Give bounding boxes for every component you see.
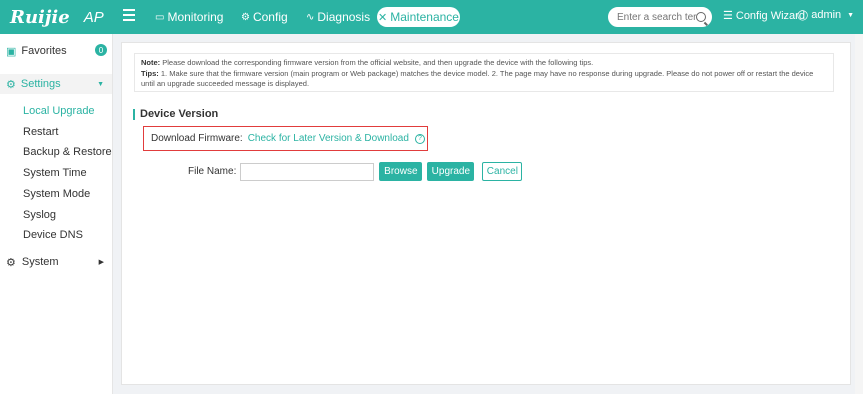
sidebar-item-local-upgrade[interactable]: Local Upgrade	[23, 105, 95, 117]
search-icon[interactable]	[696, 12, 706, 22]
config-wizard-label: Config Wizard	[735, 9, 805, 22]
browse-button[interactable]: Browse	[379, 162, 423, 181]
sidebar-item-settings[interactable]: ⚙ Settings ▼	[0, 74, 112, 94]
menu-toggle-icon[interactable]	[123, 9, 135, 21]
chevron-down-icon: ▼	[847, 11, 855, 19]
settings-label: Settings	[20, 78, 61, 90]
download-firmware-row: Download Firmware: Check for Later Versi…	[143, 126, 428, 151]
user-name: admin	[811, 9, 842, 21]
gear-icon: ⚙	[241, 11, 250, 23]
download-firmware-link[interactable]: Check for Later Version & Download	[248, 133, 409, 144]
sidebar-item-syslog[interactable]: Syslog	[23, 209, 56, 221]
search-input[interactable]	[617, 10, 697, 25]
upgrade-button[interactable]: Upgrade	[427, 162, 475, 181]
chevron-down-icon: ▼	[97, 80, 104, 88]
nav-config-label: Config	[252, 10, 288, 24]
favorites-icon: ▣	[6, 45, 17, 58]
section-marker	[133, 108, 135, 120]
wizard-icon: ☰	[723, 10, 733, 22]
sidebar-item-system-time[interactable]: System Time	[23, 167, 87, 179]
help-icon[interactable]: ?	[414, 133, 425, 144]
wrench-icon: ✕	[378, 11, 388, 24]
product-name: AP	[83, 8, 104, 26]
sidebar-item-favorites[interactable]: ▣ Favorites 0	[6, 44, 107, 58]
nav-maintenance-label: Maintenance	[390, 10, 459, 24]
chevron-right-icon: ▶	[98, 259, 104, 266]
diagnosis-icon: ∿	[306, 11, 315, 23]
nav-config[interactable]: ⚙ Config	[241, 8, 288, 26]
user-menu[interactable]: ◯ admin ▼	[797, 9, 854, 21]
nav-diagnosis-label: Diagnosis	[317, 10, 371, 24]
ruijie-logo[interactable]: Ruijie AP	[10, 6, 104, 28]
config-wizard-button[interactable]: ☰ Config Wizard	[723, 9, 805, 23]
user-icon: ◯	[797, 9, 809, 21]
sidebar-item-system[interactable]: ⚙ System ▶	[6, 255, 106, 269]
sidebar-item-restart[interactable]: Restart	[23, 126, 58, 138]
note-box: Note: Please download the corresponding …	[134, 53, 834, 92]
favorites-count-badge: 0	[95, 44, 107, 56]
sidebar-item-device-dns[interactable]: Device DNS	[23, 229, 83, 241]
sidebar: ▣ Favorites 0 ⚙ Settings ▼ Local Upgrade…	[0, 34, 113, 394]
favorites-label: Favorites	[21, 45, 67, 57]
tips-label: Tips:	[141, 68, 159, 78]
section-title: Device Version	[133, 108, 218, 120]
page-scrollbar[interactable]	[855, 34, 863, 394]
system-icon: ⚙	[6, 256, 16, 269]
cancel-button[interactable]: Cancel	[482, 162, 523, 181]
file-name-input[interactable]	[240, 162, 375, 181]
search-box[interactable]	[608, 7, 712, 27]
nav-maintenance[interactable]: ✕ Maintenance	[377, 7, 460, 27]
download-firmware-label: Download Firmware:	[151, 133, 243, 144]
settings-icon: ⚙	[6, 78, 16, 91]
note-line: Note: Please download the corresponding …	[141, 58, 827, 69]
brand-name: Ruijie	[10, 6, 70, 28]
tips-text: 1. Make sure that the firmware version (…	[141, 68, 814, 89]
top-navigation-bar: Ruijie AP ▭ Monitoring ⚙ Config ∿ Diagno…	[0, 0, 863, 34]
nav-monitoring[interactable]: ▭ Monitoring	[155, 8, 223, 26]
monitor-icon: ▭	[155, 11, 165, 23]
tips-line: Tips: 1. Make sure that the firmware ver…	[141, 69, 827, 90]
file-name-label: File Name:	[188, 166, 237, 177]
main-panel: Note: Please download the corresponding …	[121, 42, 851, 385]
note-text: Please download the corresponding firmwa…	[162, 58, 594, 67]
sidebar-item-backup-restore[interactable]: Backup & Restore	[23, 146, 112, 158]
nav-monitoring-label: Monitoring	[167, 10, 224, 24]
file-name-row: File Name: Browse Upgrade Cancel	[188, 162, 523, 181]
nav-diagnosis[interactable]: ∿ Diagnosis	[306, 8, 370, 26]
system-label: System	[21, 256, 59, 268]
section-title-text: Device Version	[140, 108, 219, 120]
sidebar-item-system-mode[interactable]: System Mode	[23, 188, 90, 200]
note-label: Note:	[141, 58, 161, 67]
